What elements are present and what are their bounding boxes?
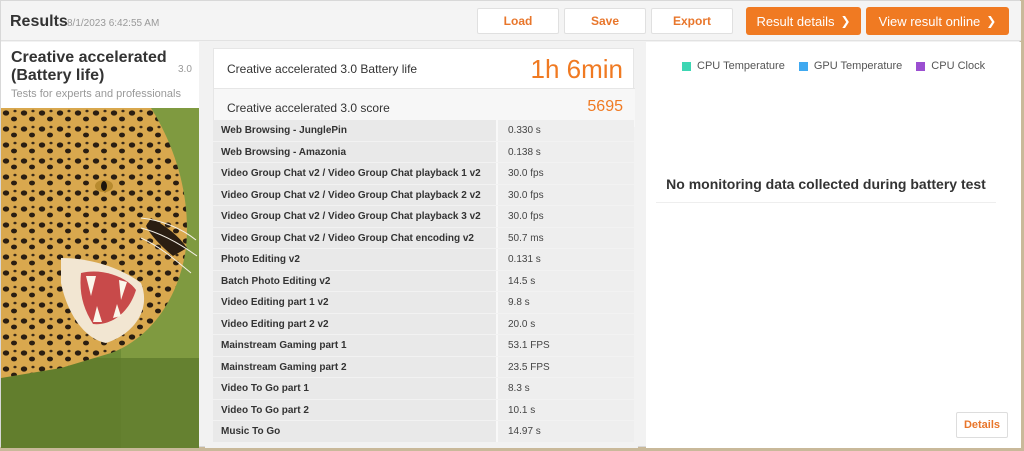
test-value: 50.7 ms [498,227,634,248]
test-value: 30.0 fps [498,206,634,227]
test-value: 53.1 FPS [498,335,634,356]
table-row: Video Group Chat v2 / Video Group Chat p… [213,184,634,206]
legend-label: CPU Temperature [697,60,785,72]
legend-cpu-temperature[interactable]: CPU Temperature [682,60,785,72]
score-label: Creative accelerated 3.0 score [227,101,390,115]
monitoring-legend: CPU Temperature GPU Temperature CPU Cloc… [682,60,985,72]
table-row: Mainstream Gaming part 1 53.1 FPS [213,335,634,357]
results-panel: Creative accelerated 3.0 Battery life 1h… [205,42,638,448]
test-value: 0.330 s [498,120,634,141]
test-name: Video Group Chat v2 / Video Group Chat p… [213,184,498,205]
test-value: 30.0 fps [498,163,634,184]
table-row: Batch Photo Editing v2 14.5 s [213,270,634,292]
benchmark-image [1,108,199,448]
test-name: Mainstream Gaming part 2 [213,356,498,377]
save-button[interactable]: Save [564,8,646,34]
table-row: Web Browsing - JunglePin 0.330 s [213,120,634,142]
battery-life-label: Creative accelerated 3.0 Battery life [227,62,418,76]
table-row: Photo Editing v2 0.131 s [213,249,634,271]
monitoring-panel: CPU Temperature GPU Temperature CPU Cloc… [646,42,1021,448]
test-value: 23.5 FPS [498,356,634,377]
test-value: 0.131 s [498,249,634,270]
table-row: Web Browsing - Amazonia 0.138 s [213,141,634,163]
no-monitoring-data-message: No monitoring data collected during batt… [656,176,996,203]
test-value: 0.138 s [498,141,634,162]
test-value: 10.1 s [498,399,634,420]
legend-cpu-clock[interactable]: CPU Clock [916,60,985,72]
results-window: Results 8/1/2023 6:42:55 AM Load Save Ex… [0,0,1021,448]
battery-life-value: 1h 6min [530,54,624,84]
chevron-right-icon: ❯ [986,14,997,28]
test-name: Video Group Chat v2 / Video Group Chat e… [213,227,498,248]
benchmark-name: Creative accelerated (Battery life) [11,49,167,84]
test-value: 14.97 s [498,421,634,442]
table-row: Video To Go part 2 10.1 s [213,399,634,421]
test-name: Video Editing part 1 v2 [213,292,498,313]
test-results-table: Web Browsing - JunglePin 0.330 s Web Brow… [213,120,634,443]
test-value: 14.5 s [498,270,634,291]
table-row: Video Editing part 2 v2 20.0 s [213,313,634,335]
benchmark-version: 3.0 [178,64,192,75]
legend-label: GPU Temperature [813,60,903,72]
table-row: Video Group Chat v2 / Video Group Chat p… [213,206,634,228]
test-name: Batch Photo Editing v2 [213,270,498,291]
test-name: Video To Go part 1 [213,378,498,399]
result-details-label: Result details [756,13,835,29]
test-name: Mainstream Gaming part 1 [213,335,498,356]
test-name: Video To Go part 2 [213,399,498,420]
view-result-online-label: View result online [878,13,981,29]
score-value: 5695 [587,98,623,115]
test-name: Music To Go [213,421,498,442]
test-name: Web Browsing - JunglePin [213,120,498,141]
page-title: Results [10,13,68,30]
table-row: Video Group Chat v2 / Video Group Chat e… [213,227,634,249]
view-result-online-button[interactable]: View result online ❯ [866,7,1009,35]
summary-card: Creative accelerated 3.0 Battery life 1h… [213,48,635,127]
cpu-clock-swatch [916,61,926,71]
test-value: 8.3 s [498,378,634,399]
test-value: 30.0 fps [498,184,634,205]
result-details-button[interactable]: Result details ❯ [746,7,861,35]
table-row: Music To Go 14.97 s [213,421,634,443]
legend-label: CPU Clock [931,60,986,72]
details-button[interactable]: Details [956,412,1008,438]
benchmark-info-panel: Creative accelerated (Battery life) 3.0 … [1,42,199,448]
gpu-temperature-swatch [798,61,808,71]
table-row: Video To Go part 1 8.3 s [213,378,634,400]
test-name: Video Group Chat v2 / Video Group Chat p… [213,163,498,184]
test-name: Video Editing part 2 v2 [213,313,498,334]
load-button[interactable]: Load [477,8,559,34]
export-button[interactable]: Export [651,8,733,34]
legend-gpu-temperature[interactable]: GPU Temperature [798,60,903,72]
table-row: Video Editing part 1 v2 9.8 s [213,292,634,314]
chevron-right-icon: ❯ [840,14,851,28]
table-row: Mainstream Gaming part 2 23.5 FPS [213,356,634,378]
test-name: Video Group Chat v2 / Video Group Chat p… [213,206,498,227]
cpu-temperature-swatch [682,61,691,71]
test-value: 20.0 s [498,313,634,334]
test-name: Web Browsing - Amazonia [213,141,498,162]
test-value: 9.8 s [498,292,634,313]
battery-life-row: Creative accelerated 3.0 Battery life 1h… [214,49,635,89]
benchmark-subtitle: Tests for experts and professionals [11,88,181,100]
result-timestamp: 8/1/2023 6:42:55 AM [67,18,160,29]
header-bar: Results 8/1/2023 6:42:55 AM Load Save Ex… [1,1,1021,41]
test-name: Photo Editing v2 [213,249,498,270]
table-row: Video Group Chat v2 / Video Group Chat p… [213,163,634,185]
